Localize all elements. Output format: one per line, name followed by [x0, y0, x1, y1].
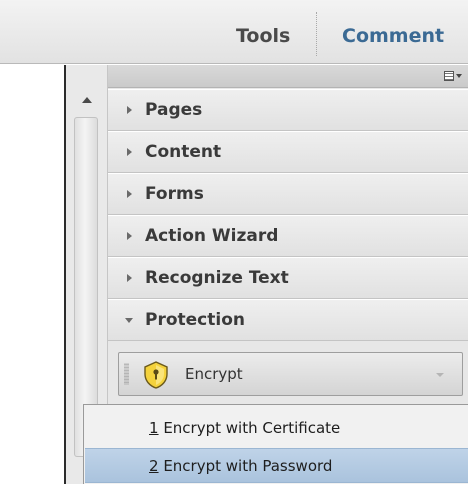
section-action-wizard[interactable]: Action Wizard: [108, 215, 468, 257]
menu-item-label: Encrypt with Password: [158, 457, 333, 475]
collapse-arrow-icon: [125, 318, 133, 323]
section-content[interactable]: Content: [108, 131, 468, 173]
expand-arrow-icon: [127, 106, 132, 114]
section-label: Protection: [145, 310, 245, 330]
section-label: Content: [145, 142, 222, 162]
section-label: Pages: [145, 100, 203, 120]
section-pages[interactable]: Pages: [108, 89, 468, 131]
section-label: Recognize Text: [145, 268, 289, 288]
pane-header: [108, 65, 468, 88]
top-toolbar: Tools Comment: [0, 0, 468, 64]
section-protection[interactable]: Protection: [108, 299, 468, 341]
menu-item-accelerator: 2: [149, 457, 159, 475]
tools-button[interactable]: Tools: [236, 21, 290, 51]
toolbar-divider: [316, 12, 317, 56]
section-label: Action Wizard: [145, 226, 279, 246]
comment-button[interactable]: Comment: [342, 21, 444, 51]
expand-arrow-icon: [127, 232, 132, 240]
section-recognize-text[interactable]: Recognize Text: [108, 257, 468, 299]
document-canvas[interactable]: [0, 65, 64, 484]
encrypt-label: Encrypt: [185, 365, 243, 383]
scroll-up-arrow-icon[interactable]: [72, 85, 102, 115]
expand-arrow-icon: [127, 190, 132, 198]
encrypt-dropdown-menu: 1 Encrypt with Certificate 2 Encrypt wit…: [83, 404, 468, 484]
section-label: Forms: [145, 184, 204, 204]
chevron-down-icon[interactable]: [436, 373, 444, 377]
drag-grip-icon[interactable]: [124, 363, 129, 385]
panel-options-icon[interactable]: [444, 69, 464, 83]
menu-item-label: Encrypt with Certificate: [158, 419, 341, 437]
section-forms[interactable]: Forms: [108, 173, 468, 215]
expand-arrow-icon: [127, 148, 132, 156]
menu-item-accelerator: 1: [149, 419, 159, 437]
expand-arrow-icon: [127, 274, 132, 282]
shield-icon: [144, 361, 168, 389]
encrypt-button[interactable]: Encrypt: [118, 352, 463, 396]
menu-item-encrypt-with-certificate[interactable]: 1 Encrypt with Certificate: [85, 411, 468, 446]
menu-item-encrypt-with-password[interactable]: 2 Encrypt with Password: [85, 448, 468, 483]
